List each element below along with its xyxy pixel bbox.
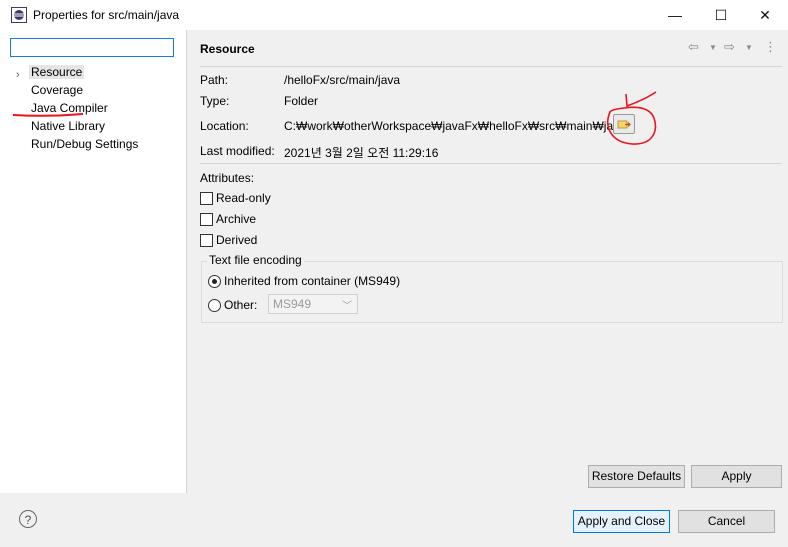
radio-label: Other: — [224, 298, 258, 312]
location-label: Location: — [200, 119, 249, 133]
radio-button[interactable] — [208, 299, 221, 312]
apply-and-close-button[interactable]: Apply and Close — [573, 510, 670, 533]
tree-item-run-debug-settings[interactable]: Run/Debug Settings — [31, 137, 138, 151]
type-value: Folder — [284, 94, 319, 108]
eclipse-app-icon — [11, 7, 27, 23]
red-annotation-circle — [607, 91, 657, 145]
path-label: Path: — [200, 73, 229, 87]
cancel-button[interactable]: Cancel — [678, 510, 775, 533]
window-title: Properties for src/main/java — [33, 8, 180, 22]
type-label: Type: — [200, 94, 230, 108]
last-modified-label: Last modified: — [200, 144, 275, 158]
radio-label: Inherited from container (MS949) — [224, 274, 401, 288]
encoding-combo[interactable]: MS949 ﹀ — [268, 294, 358, 314]
dialog-footer: ? Apply and Close Cancel — [0, 493, 788, 547]
encoding-combo-value: MS949 — [273, 297, 312, 311]
resource-page: Resource ⇦ ▼ ⇨ ▼ ⋮ Path: /helloFx/src/ma… — [187, 30, 788, 493]
forward-arrow-icon[interactable]: ⇨ — [724, 39, 735, 55]
minimize-button[interactable]: — — [652, 0, 698, 30]
tree-item-native-library[interactable]: Native Library — [31, 119, 105, 133]
radio-button[interactable] — [208, 275, 221, 288]
tree-item-resource[interactable]: Resource — [29, 65, 85, 79]
checkbox-box[interactable] — [200, 213, 213, 226]
checkbox-box[interactable] — [200, 192, 213, 205]
attributes-label: Attributes: — [200, 171, 255, 185]
location-value: C:₩work₩otherWorkspace₩javaFx₩helloFx₩sr… — [284, 119, 626, 133]
encoding-group-title: Text file encoding — [207, 253, 304, 267]
chevron-down-icon: ﹀ — [342, 301, 352, 312]
apply-button[interactable]: Apply — [691, 465, 782, 488]
page-header: Resource ⇦ ▼ ⇨ ▼ ⋮ — [187, 30, 788, 66]
expand-arrow-icon[interactable]: › — [16, 69, 20, 81]
checkbox-label: Read-only — [216, 191, 271, 205]
view-menu-icon[interactable]: ⋮ — [764, 39, 777, 55]
path-value: /helloFx/src/main/java — [284, 73, 401, 87]
page-title: Resource — [200, 42, 255, 56]
back-arrow-icon[interactable]: ⇦ — [688, 39, 699, 55]
last-modified-value: 2021년 3월 2일 오전 11:29:16 — [284, 146, 439, 160]
checkbox-box[interactable] — [200, 234, 213, 247]
title-bar: Properties for src/main/java — ☐ ✕ — [0, 0, 788, 30]
forward-dropdown-icon[interactable]: ▼ — [745, 43, 753, 52]
attributes-separator — [200, 163, 782, 164]
property-page-tree: › Resource Coverage Java Compiler Native… — [0, 30, 187, 493]
checkbox-label: Archive — [216, 212, 257, 226]
restore-defaults-button[interactable]: Restore Defaults — [588, 465, 685, 488]
tree-item-coverage[interactable]: Coverage — [31, 83, 83, 97]
filter-input[interactable] — [10, 38, 174, 57]
close-button[interactable]: ✕ — [742, 0, 788, 30]
help-icon[interactable]: ? — [19, 510, 37, 528]
maximize-button[interactable]: ☐ — [698, 0, 744, 30]
red-annotation-underline — [12, 113, 84, 117]
checkbox-label: Derived — [216, 233, 258, 247]
back-dropdown-icon[interactable]: ▼ — [709, 43, 717, 52]
header-separator — [200, 66, 782, 67]
